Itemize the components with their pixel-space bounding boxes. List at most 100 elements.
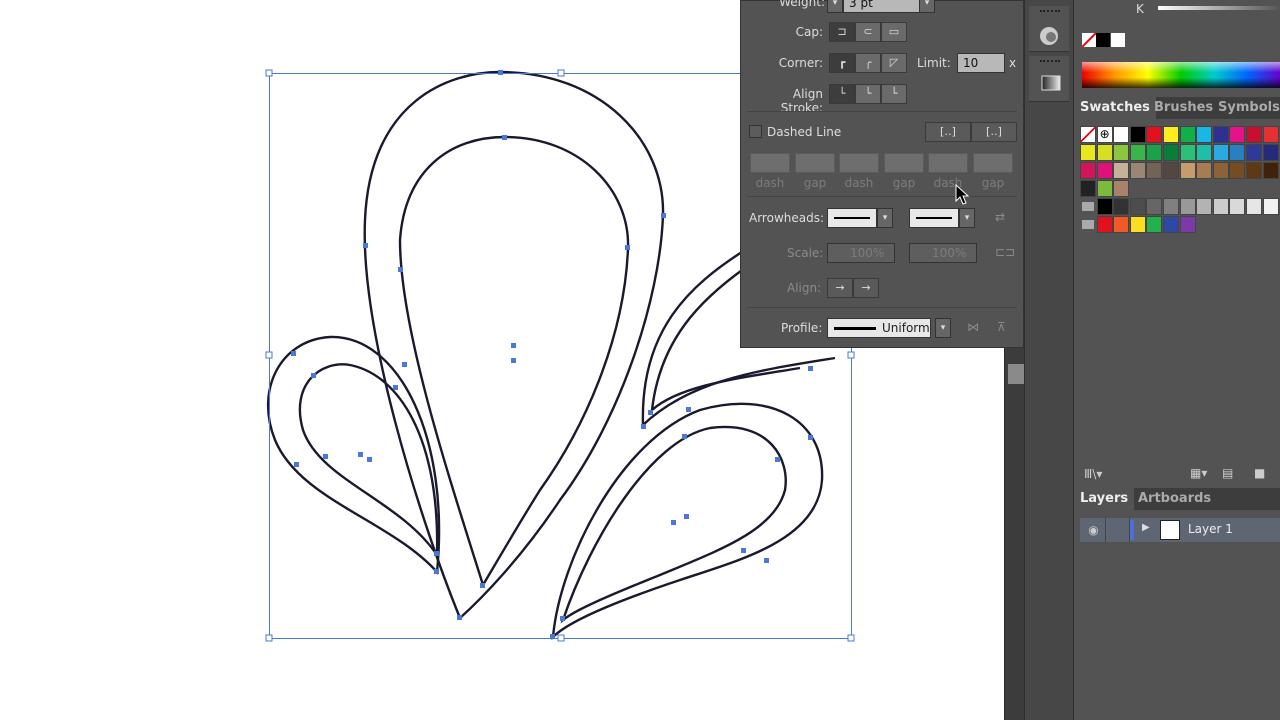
swatch[interactable] — [1196, 162, 1213, 179]
profile-dropdown-arrow[interactable]: ▾ — [935, 318, 951, 338]
align-outside-button[interactable]: └ — [881, 84, 907, 104]
swatch[interactable] — [1229, 144, 1246, 161]
swatch-pattern[interactable] — [1096, 180, 1113, 197]
swatch[interactable] — [1163, 126, 1179, 143]
swatch[interactable] — [1179, 198, 1196, 215]
swatch[interactable] — [1212, 144, 1229, 161]
swatch[interactable] — [1146, 198, 1163, 215]
end-arrowhead-dropdown[interactable] — [909, 208, 959, 228]
flip-along-icon[interactable]: ⋈ — [967, 320, 979, 334]
miter-join-button[interactable]: ┏ — [829, 53, 855, 73]
swatch-pattern[interactable] — [1080, 180, 1096, 197]
dashed-line-checkbox[interactable] — [749, 125, 762, 138]
bevel-join-button[interactable]: ◸ — [881, 53, 907, 73]
swatch[interactable] — [1212, 126, 1229, 143]
new-color-group-icon[interactable]: ■ — [1254, 466, 1265, 480]
swatch[interactable] — [1212, 162, 1229, 179]
swatch[interactable] — [1196, 198, 1213, 215]
appearance-panel-button[interactable] — [1029, 6, 1069, 52]
color-group-folder-icon[interactable] — [1080, 216, 1096, 233]
swatch[interactable] — [1146, 144, 1163, 161]
swatch-registration[interactable]: ⊕ — [1096, 126, 1113, 143]
align-dash-corners-button[interactable]: [‥] — [971, 122, 1017, 142]
swatch-libraries-icon[interactable]: Ⅲ\▾ — [1084, 467, 1102, 481]
swatch[interactable] — [1146, 162, 1163, 179]
color-group-folder-icon[interactable] — [1080, 198, 1096, 215]
end-scale-field[interactable]: 100% — [909, 243, 977, 263]
swap-arrowheads-icon[interactable]: ⇄ — [995, 210, 1005, 224]
swatch[interactable] — [1129, 198, 1146, 215]
start-arrowhead-dropdown[interactable] — [827, 208, 877, 228]
visibility-eye-icon[interactable]: ◉ — [1082, 518, 1106, 542]
swatch[interactable] — [1262, 144, 1279, 161]
swatch[interactable] — [1212, 198, 1229, 215]
round-cap-button[interactable]: ⊂ — [855, 22, 881, 42]
swatch[interactable] — [1163, 198, 1179, 215]
swatch[interactable] — [1179, 126, 1196, 143]
swatch[interactable] — [1179, 144, 1196, 161]
flip-across-icon[interactable]: ⊼ — [997, 320, 1006, 334]
round-join-button[interactable]: ╭ — [855, 53, 881, 73]
swatch[interactable] — [1113, 126, 1130, 143]
swatch[interactable] — [1229, 198, 1246, 215]
gap-field-2[interactable] — [884, 153, 924, 173]
swatch[interactable] — [1246, 162, 1262, 179]
swatch[interactable] — [1096, 162, 1113, 179]
arrow-tip-at-end-button[interactable]: → — [853, 278, 879, 298]
swatch[interactable] — [1196, 144, 1213, 161]
link-scale-icon[interactable]: ⊏⊐ — [995, 245, 1015, 259]
profile-dropdown[interactable]: Uniform — [827, 318, 931, 338]
gradient-panel-button[interactable] — [1029, 56, 1069, 102]
show-swatch-kinds-icon[interactable]: ▦▾ — [1190, 466, 1207, 480]
butt-cap-button[interactable]: ⊐ — [829, 22, 855, 42]
swatch[interactable] — [1129, 144, 1146, 161]
weight-field[interactable]: 3 pt — [843, 0, 921, 13]
tab-swatches[interactable]: Swatches — [1074, 97, 1156, 119]
tab-symbols[interactable]: Symbols — [1212, 97, 1280, 119]
swatch[interactable] — [1246, 198, 1262, 215]
swatch[interactable] — [1229, 126, 1246, 143]
weight-dropdown[interactable]: ▾ — [919, 0, 935, 13]
expand-triangle-icon[interactable]: ▶ — [1142, 522, 1150, 533]
limit-field[interactable]: 10 — [957, 53, 1005, 73]
scrollbar-thumb[interactable] — [1008, 364, 1024, 384]
swatch[interactable] — [1146, 216, 1163, 233]
swatch[interactable] — [1262, 162, 1279, 179]
swatch[interactable] — [1113, 216, 1130, 233]
dash-field-2[interactable] — [839, 153, 879, 173]
swatch[interactable] — [1129, 162, 1146, 179]
swatch[interactable] — [1096, 144, 1113, 161]
align-center-button[interactable]: └ — [829, 84, 855, 104]
swatch[interactable] — [1080, 162, 1096, 179]
white-swatch[interactable] — [1111, 33, 1125, 47]
swatch[interactable] — [1113, 162, 1130, 179]
swatch[interactable] — [1080, 144, 1096, 161]
tab-brushes[interactable]: Brushes — [1148, 97, 1219, 119]
k-slider[interactable] — [1158, 6, 1280, 10]
layer-name[interactable]: Layer 1 — [1188, 522, 1233, 536]
swatch-options-icon[interactable]: ▤ — [1222, 466, 1233, 480]
none-swatch[interactable] — [1082, 33, 1096, 47]
swatch[interactable] — [1262, 198, 1279, 215]
swatch[interactable] — [1229, 162, 1246, 179]
gap-field-3[interactable] — [973, 153, 1013, 173]
weight-stepper[interactable]: ▾ — [827, 0, 843, 13]
projecting-cap-button[interactable]: ▭ — [881, 22, 907, 42]
preserve-dash-button[interactable]: [‥] — [925, 122, 971, 142]
tab-layers[interactable]: Layers — [1074, 488, 1135, 510]
swatch[interactable] — [1262, 126, 1279, 143]
swatch[interactable] — [1246, 144, 1262, 161]
arrow-tip-beyond-button[interactable]: → — [827, 278, 853, 298]
lock-toggle[interactable] — [1106, 518, 1130, 542]
swatch[interactable] — [1096, 198, 1113, 215]
swatch[interactable] — [1179, 216, 1196, 233]
layer-row[interactable]: ◉ ▶ Layer 1 — [1080, 518, 1280, 542]
swatch[interactable] — [1096, 216, 1113, 233]
swatch[interactable] — [1113, 198, 1130, 215]
tab-artboards[interactable]: Artboards — [1132, 488, 1217, 510]
swatch[interactable] — [1146, 126, 1163, 143]
gap-field-1[interactable] — [795, 153, 835, 173]
swatch[interactable] — [1196, 126, 1213, 143]
end-arrowhead-arrow[interactable]: ▾ — [959, 208, 975, 228]
color-spectrum[interactable] — [1082, 62, 1280, 88]
